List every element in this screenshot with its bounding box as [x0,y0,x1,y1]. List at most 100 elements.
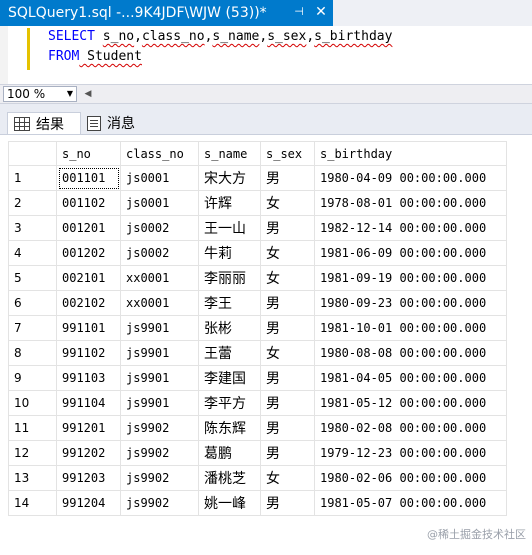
grid-cell[interactable]: 991203 [56,465,121,491]
grid-cell[interactable]: js0001 [120,190,199,216]
grid-cell[interactable]: js9902 [120,490,199,516]
grid-cell[interactable]: 1981-10-01 00:00:00.000 [314,315,507,341]
grid-cell[interactable]: 001202 [56,240,121,266]
grid-cell[interactable]: 1980-09-23 00:00:00.000 [314,290,507,316]
pin-icon[interactable]: ⊣ [292,5,306,19]
table-row[interactable]: 13 991203 js9902 潘桃芝女 1980-02-06 00:00:00.00… [8,465,507,491]
row-number-cell[interactable]: 14 [8,490,57,516]
grid-cell[interactable]: 1980-02-06 00:00:00.000 [314,465,507,491]
table-row[interactable]: 10 991104 js9901 李平方男 1981-05-12 00:00:00.00… [8,390,507,416]
zoom-select[interactable]: 100 % ▼ [3,86,77,102]
grid-cell[interactable]: 001201 [56,215,121,241]
grid-cell[interactable]: 002102 [56,290,121,316]
row-number-cell[interactable]: 11 [8,415,57,441]
sql-editor[interactable]: SELECT s_no,class_no,s_name,s_sex,s_birt… [0,26,532,84]
grid-cell[interactable]: 1978-08-01 00:00:00.000 [314,190,507,216]
grid-cell[interactable]: 002101 [56,265,121,291]
grid-cell[interactable]: 001101 [56,165,121,191]
grid-cell[interactable]: 1980-04-09 00:00:00.000 [314,165,507,191]
row-number-cell[interactable]: 13 [8,465,57,491]
row-number-cell[interactable]: 9 [8,365,57,391]
table-row[interactable]: 2 001102 js0001 许辉女 1978-08-01 00:00:00.000 [8,190,507,216]
grid-cell[interactable]: xx0001 [120,265,199,291]
grid-cell[interactable]: 女 [260,340,315,366]
grid-cell[interactable]: 王一山 [198,215,261,241]
grid-cell[interactable]: 991103 [56,365,121,391]
column-header[interactable]: s_name [198,141,261,166]
grid-cell[interactable]: 1981-06-09 00:00:00.000 [314,240,507,266]
grid-cell[interactable]: 李王 [198,290,261,316]
grid-cell[interactable]: 李平方 [198,390,261,416]
grid-cell[interactable]: 1981-05-07 00:00:00.000 [314,490,507,516]
grid-cell[interactable]: 1981-04-05 00:00:00.000 [314,365,507,391]
row-number-cell[interactable]: 7 [8,315,57,341]
grid-cell[interactable]: 1981-09-19 00:00:00.000 [314,265,507,291]
grid-cell[interactable]: 男 [260,490,315,516]
grid-cell[interactable]: js0002 [120,215,199,241]
tab-results[interactable]: 结果 [7,112,81,134]
scroll-left-icon[interactable]: ◀ [82,87,94,101]
grid-cell[interactable]: 991204 [56,490,121,516]
row-number-cell[interactable]: 4 [8,240,57,266]
grid-cell[interactable]: js9901 [120,315,199,341]
grid-cell[interactable]: 991201 [56,415,121,441]
query-tab[interactable]: SQLQuery1.sql -...9K4JDF\WJW (53))* ⊣ ✕ [0,0,333,26]
grid-cell[interactable]: 1980-02-08 00:00:00.000 [314,415,507,441]
grid-cell[interactable]: 女 [260,190,315,216]
grid-cell[interactable]: js9902 [120,415,199,441]
grid-cell[interactable]: js9901 [120,340,199,366]
table-row[interactable]: 1 001101 js0001 宋大方男 1980-04-09 00:00:00.000 [8,165,507,191]
grid-cell[interactable]: 1982-12-14 00:00:00.000 [314,215,507,241]
grid-cell[interactable]: 男 [260,215,315,241]
table-row[interactable]: 9 991103 js9901 李建国男 1981-04-05 00:00:00.000 [8,365,507,391]
grid-cell[interactable]: js9902 [120,440,199,466]
grid-cell[interactable]: 女 [260,465,315,491]
table-row[interactable]: 12 991202 js9902 葛鹏男 1979-12-23 00:00:00.000 [8,440,507,466]
grid-cell[interactable]: xx0001 [120,290,199,316]
grid-cell[interactable]: js9901 [120,390,199,416]
grid-cell[interactable]: 许辉 [198,190,261,216]
grid-cell[interactable]: 1980-08-08 00:00:00.000 [314,340,507,366]
close-icon[interactable]: ✕ [313,4,329,20]
grid-cell[interactable]: 葛鹏 [198,440,261,466]
grid-cell[interactable]: 男 [260,315,315,341]
grid-cell[interactable]: 女 [260,240,315,266]
grid-cell[interactable]: 潘桃芝 [198,465,261,491]
row-number-cell[interactable]: 5 [8,265,57,291]
grid-cell[interactable]: 男 [260,365,315,391]
row-number-cell[interactable]: 10 [8,390,57,416]
grid-cell[interactable]: 男 [260,290,315,316]
column-header[interactable]: s_birthday [314,141,507,166]
row-number-cell[interactable]: 8 [8,340,57,366]
row-number-cell[interactable]: 12 [8,440,57,466]
grid-cell[interactable]: 男 [260,390,315,416]
table-row[interactable]: 8 991102 js9901 王蕾女 1980-08-08 00:00:00.000 [8,340,507,366]
row-number-cell[interactable]: 2 [8,190,57,216]
table-row[interactable]: 7 991101 js9901 张彬男 1981-10-01 00:00:00.000 [8,315,507,341]
grid-cell[interactable]: 牛莉 [198,240,261,266]
code-line-2[interactable]: FROM Student [48,49,142,64]
grid-cell[interactable]: js9902 [120,465,199,491]
column-header[interactable]: s_no [56,141,121,166]
grid-cell[interactable]: 991102 [56,340,121,366]
grid-cell[interactable]: 1979-12-23 00:00:00.000 [314,440,507,466]
grid-cell[interactable]: 王蕾 [198,340,261,366]
table-row[interactable]: 4 001202 js0002 牛莉女 1981-06-09 00:00:00.000 [8,240,507,266]
table-row[interactable]: 14 991204 js9902 姚一峰男 1981-05-07 00:00:00.00… [8,490,507,516]
grid-cell[interactable]: 991101 [56,315,121,341]
grid-cell[interactable]: 男 [260,440,315,466]
grid-cell[interactable]: 男 [260,415,315,441]
row-number-header[interactable] [8,141,57,166]
grid-cell[interactable]: 李丽丽 [198,265,261,291]
grid-cell[interactable]: 姚一峰 [198,490,261,516]
column-header[interactable]: s_sex [260,141,315,166]
row-number-cell[interactable]: 6 [8,290,57,316]
grid-cell[interactable]: 991104 [56,390,121,416]
table-row[interactable]: 3 001201 js0002 王一山男 1982-12-14 00:00:00.000 [8,215,507,241]
grid-cell[interactable]: 991202 [56,440,121,466]
table-row[interactable]: 11 991201 js9902 陈东辉男 1980-02-08 00:00:00.00… [8,415,507,441]
row-number-cell[interactable]: 1 [8,165,57,191]
grid-cell[interactable]: 宋大方 [198,165,261,191]
table-row[interactable]: 5 002101 xx0001 李丽丽女 1981-09-19 00:00:00.000 [8,265,507,291]
code-line-1[interactable]: SELECT s_no,class_no,s_name,s_sex,s_birt… [48,29,392,44]
